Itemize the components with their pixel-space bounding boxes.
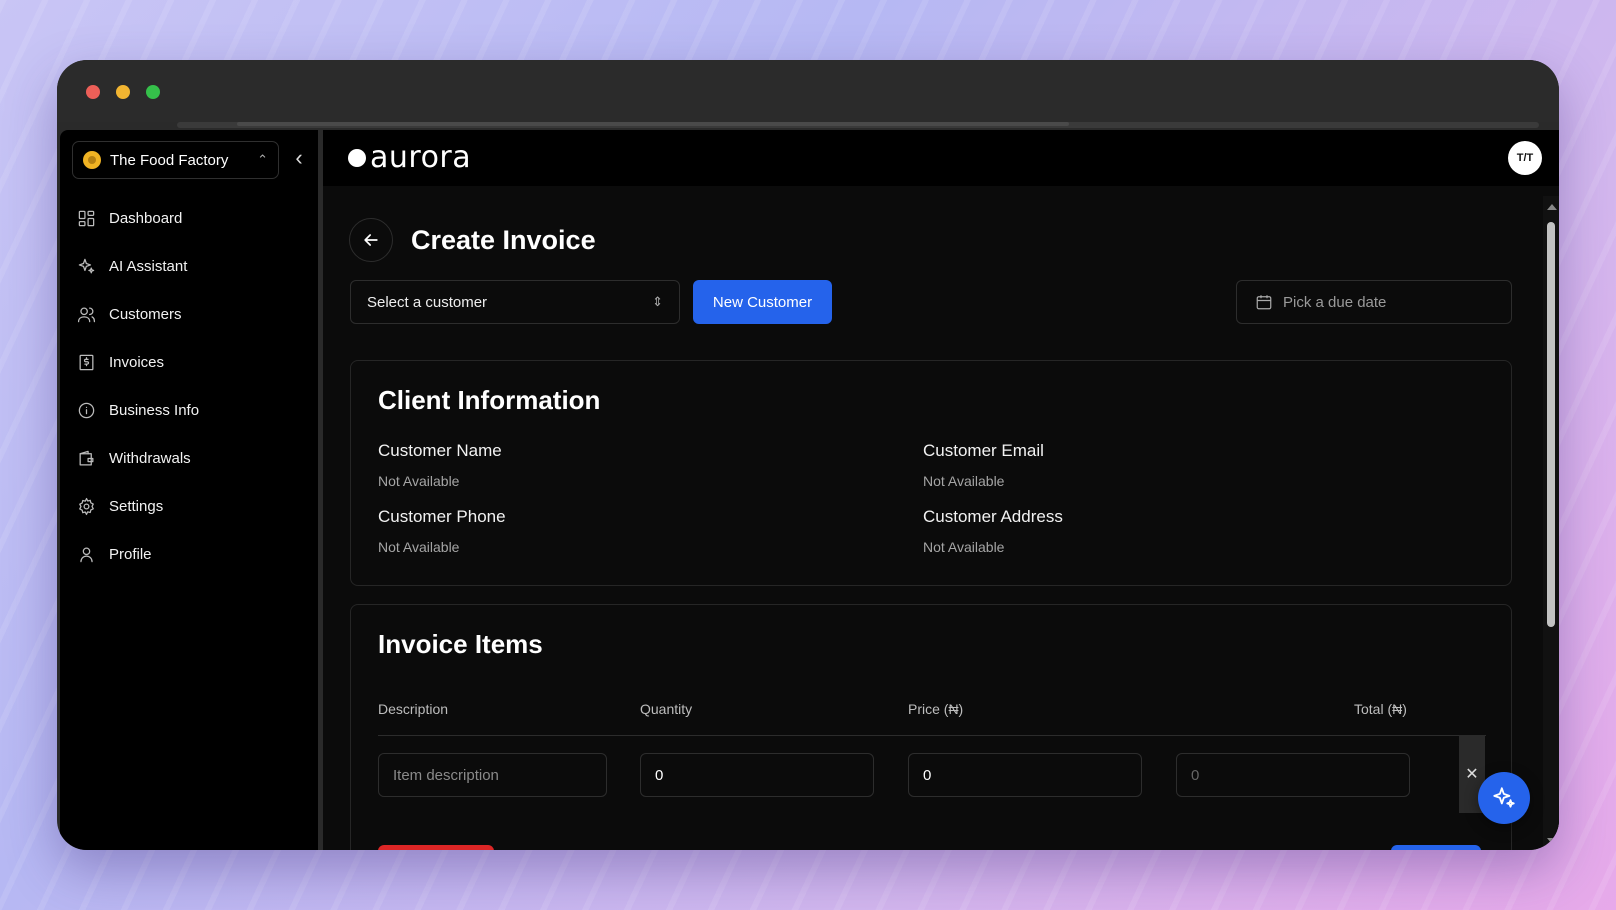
sidebar-item-invoices[interactable]: Invoices — [76, 338, 306, 386]
sidebar: The Food Factory ⌃ ‹ Dashboard AI Assist… — [60, 130, 318, 850]
customer-email-field: Customer Email Not Available — [923, 441, 1044, 489]
sidebar-item-profile[interactable]: Profile — [76, 530, 306, 578]
item-price-input[interactable] — [908, 753, 1142, 797]
arrow-left-icon — [364, 234, 378, 246]
customer-select-label: Select a customer — [367, 293, 488, 311]
info-icon — [76, 400, 96, 420]
top-bar: aurora T/T — [323, 130, 1559, 186]
company-logo-icon — [83, 151, 101, 169]
field-value: Not Available — [923, 473, 1005, 489]
table-header-divider — [378, 735, 1486, 736]
column-header-price: Price (₦) — [908, 701, 964, 717]
sparkles-icon — [1493, 787, 1515, 808]
sidebar-nav: Dashboard AI Assistant Customers Invoice… — [76, 194, 306, 578]
ai-assistant-fab[interactable] — [1478, 772, 1530, 824]
item-quantity-input[interactable] — [640, 753, 874, 797]
scroll-down-arrow-icon[interactable] — [1547, 838, 1557, 844]
sidebar-item-dashboard[interactable]: Dashboard — [76, 194, 306, 242]
client-information-title: Client Information — [378, 385, 601, 415]
collapse-sidebar-button[interactable]: ‹ — [288, 147, 310, 173]
gear-icon — [76, 496, 96, 516]
customer-name-field: Customer Name Not Available — [378, 441, 502, 489]
chevron-up-down-icon: ⇕ — [652, 294, 663, 309]
brand-dot-icon — [348, 148, 366, 167]
org-switcher[interactable]: The Food Factory ⌃ — [72, 141, 279, 179]
close-window-button[interactable] — [86, 85, 100, 99]
window-tab-strip — [177, 122, 1539, 128]
item-total-input — [1176, 753, 1410, 797]
customer-select[interactable]: Select a customer ⇕ — [350, 280, 680, 324]
title-bar — [57, 60, 1559, 122]
scrollbar-thumb[interactable] — [1547, 222, 1555, 627]
sidebar-item-label: Settings — [109, 497, 164, 515]
scroll-up-arrow-icon[interactable] — [1547, 204, 1557, 210]
back-button[interactable] — [349, 218, 393, 262]
primary-action-button[interactable] — [1391, 845, 1481, 850]
column-header-total: Total (₦) — [1354, 701, 1407, 717]
sidebar-item-label: Customers — [109, 305, 182, 323]
column-header-description: Description — [378, 701, 449, 717]
field-value: Not Available — [378, 539, 460, 555]
invoice-icon — [76, 352, 96, 372]
item-description-input[interactable] — [378, 753, 607, 797]
column-header-quantity: Quantity — [640, 701, 693, 717]
sidebar-item-customers[interactable]: Customers — [76, 290, 306, 338]
maximize-window-button[interactable] — [146, 85, 160, 99]
danger-action-button[interactable] — [378, 845, 494, 850]
minimize-window-button[interactable] — [116, 85, 130, 99]
sparkles-icon — [76, 256, 96, 276]
field-value: Not Available — [923, 539, 1005, 555]
users-icon — [76, 304, 96, 324]
dashboard-icon — [76, 208, 96, 228]
customer-address-field: Customer Address Not Available — [923, 507, 1063, 555]
app-window: The Food Factory ⌃ ‹ Dashboard AI Assist… — [57, 60, 1559, 850]
brand-name: aurora — [370, 140, 472, 175]
field-label: Customer Address — [923, 507, 1063, 526]
sidebar-item-label: AI Assistant — [109, 257, 188, 275]
main-content: aurora T/T Create Invoice Select a custo… — [323, 130, 1559, 850]
field-label: Customer Name — [378, 441, 502, 460]
sidebar-item-label: Withdrawals — [109, 449, 191, 467]
calendar-icon — [1256, 295, 1272, 310]
org-name: The Food Factory — [110, 151, 229, 169]
invoice-items-card: Invoice Items Description Quantity Price… — [350, 604, 1512, 850]
due-date-placeholder: Pick a due date — [1283, 293, 1387, 311]
sidebar-item-business-info[interactable]: Business Info — [76, 386, 306, 434]
sidebar-item-label: Invoices — [109, 353, 165, 371]
field-value: Not Available — [378, 473, 460, 489]
page-title: Create Invoice — [411, 224, 596, 255]
field-label: Customer Phone — [378, 507, 506, 526]
user-icon — [76, 544, 96, 564]
due-date-picker[interactable]: Pick a due date — [1236, 280, 1512, 324]
wallet-icon — [76, 448, 96, 468]
customer-phone-field: Customer Phone Not Available — [378, 507, 506, 555]
avatar[interactable]: T/T — [1508, 141, 1542, 175]
sidebar-item-settings[interactable]: Settings — [76, 482, 306, 530]
page-header: Create Invoice — [349, 218, 596, 262]
field-label: Customer Email — [923, 441, 1044, 460]
sidebar-item-label: Dashboard — [109, 209, 183, 227]
chevron-up-down-icon: ⌃ — [257, 152, 268, 167]
sidebar-item-label: Business Info — [109, 401, 200, 419]
new-customer-button[interactable]: New Customer — [693, 280, 832, 324]
client-information-card: Client Information Customer Name Not Ava… — [350, 360, 1512, 586]
invoice-items-title: Invoice Items — [378, 629, 543, 659]
sidebar-item-label: Profile — [109, 545, 152, 563]
vertical-scrollbar[interactable] — [1543, 196, 1559, 850]
sidebar-item-ai-assistant[interactable]: AI Assistant — [76, 242, 306, 290]
brand-logo[interactable]: aurora — [348, 140, 471, 175]
sidebar-item-withdrawals[interactable]: Withdrawals — [76, 434, 306, 482]
